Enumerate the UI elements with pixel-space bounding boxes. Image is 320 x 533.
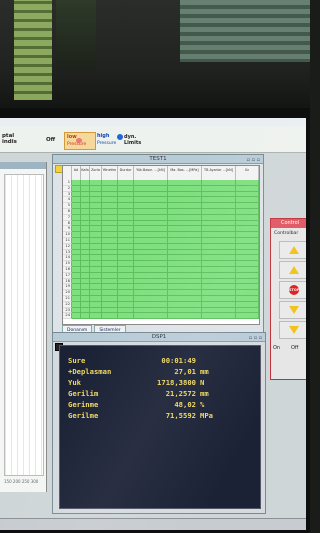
graph-panel-titlebar: [0, 162, 46, 169]
dsp-unit: mm: [200, 367, 209, 376]
arrow-down-icon: [289, 326, 299, 334]
dsp-row: Gerilme 71,5592 MPa: [60, 411, 260, 421]
dsp-label: +Deplasman: [68, 367, 112, 376]
dsp-unit: MPa: [200, 411, 213, 420]
row-number: 24: [63, 313, 72, 320]
control-panel-titlebar: Control: [271, 219, 306, 228]
grid-cell[interactable]: [118, 313, 134, 320]
dsp-label: Gerinme: [68, 400, 99, 409]
high-pressure-button[interactable]: high Pressure: [95, 132, 125, 148]
control-panel-subtitle: Controlbar: [274, 231, 299, 236]
grid-column-header[interactable]: Zorla: [90, 166, 102, 180]
grid-cell[interactable]: [134, 313, 168, 320]
dsp-unit: %: [200, 400, 205, 409]
dsp-row: Sure 00:01:49: [60, 356, 260, 366]
grid-column-header[interactable]: Ma. Bas. ...[MPa]: [168, 166, 202, 180]
grid-cell[interactable]: [168, 313, 202, 320]
monitor-screen: ptal indis Off low Pressure high Pressur…: [0, 118, 306, 530]
dsp-value: 00:01:49: [161, 356, 196, 365]
data-grid: Ad Kafa Zorla Yönetim Durdur Yük.Basın. ...[k…: [62, 165, 260, 325]
move-down-fast-button[interactable]: [279, 321, 306, 339]
grid-column-header[interactable]: Yük.Basın. ...[kN]: [134, 166, 168, 180]
dyn-limits-button[interactable]: dyn. Limits: [124, 134, 141, 146]
grid-cell[interactable]: [90, 313, 102, 320]
arrow-up-icon: [289, 246, 299, 254]
grid-cell[interactable]: [102, 313, 118, 320]
dsp-window-controls-icon[interactable]: ▫ ▫ ▫: [249, 334, 262, 342]
dsp-display: Sure 00:01:49 +Deplasman 27,01 mm Yuk 1718,380…: [59, 345, 261, 509]
dsp-row: Yuk 1718,3800 N: [60, 378, 260, 388]
move-up-button[interactable]: [279, 261, 306, 279]
control-panel: Control Controlbar STOP On Off: [270, 218, 306, 380]
taskbar: [0, 518, 306, 530]
toolbar-label-2: indis: [2, 139, 17, 145]
dsp-value: 1718,3800: [157, 378, 196, 387]
dsp-window: DSP1 ▫ ▫ ▫ Sure 00:01:49 +Deplasman 27,01 mm…: [52, 332, 266, 514]
grid-column-header[interactable]: Kafa: [81, 166, 90, 180]
dsp-label: Gerilme: [68, 411, 99, 420]
grid-cell[interactable]: [236, 313, 259, 320]
dsp-value: 48,02: [174, 400, 196, 409]
dsp-row: Gerinme 48,02%: [60, 400, 260, 410]
grid-body: 1 2 3 4 5 6 7 8 9 10 11 12 13 14 15 16 17 18 19 20 21 22 23 24: [63, 180, 259, 324]
dsp-window-title: DSP1 ▫ ▫ ▫: [53, 333, 265, 342]
window-controls-icon[interactable]: ▫ ▫ ▫: [247, 156, 260, 164]
control-panel-title: Control: [281, 220, 300, 226]
grid-column-header[interactable]: [63, 166, 72, 180]
grid-column-header[interactable]: Sv: [236, 166, 259, 180]
on-button[interactable]: On: [273, 345, 280, 351]
table-row[interactable]: 24: [63, 313, 259, 320]
arrow-down-icon: [289, 306, 299, 314]
move-up-fast-button[interactable]: [279, 241, 306, 259]
off-toggle-button[interactable]: Off: [291, 345, 298, 351]
dsp-label: Yuk: [68, 378, 81, 387]
window-blind-right: [180, 0, 310, 62]
dsp-value: 21,2572: [165, 389, 196, 398]
dsp-row: Gerilim 21,2572 mm: [60, 389, 260, 399]
grid-header: Ad Kafa Zorla Yönetim Durdur Yük.Basın. ...[k…: [63, 166, 259, 181]
off-button[interactable]: Off: [46, 137, 55, 143]
dsp-value: 71,5592: [165, 411, 196, 420]
window-frame: [56, 0, 96, 70]
grid-column-header[interactable]: Ad: [72, 166, 81, 180]
window-blind: [14, 0, 52, 100]
test-window-title-text: TEST1: [149, 156, 167, 162]
grid-cell[interactable]: [72, 313, 81, 320]
test-window-title: TEST1 ▫ ▫ ▫: [53, 155, 263, 164]
graph-panel: 150 200 250 300: [0, 162, 47, 492]
low-pressure-button[interactable]: low Pressure: [64, 132, 96, 150]
grid-cell[interactable]: [81, 313, 90, 320]
graph-axis-labels: 150 200 250 300: [4, 479, 39, 484]
dsp-unit: mm: [200, 389, 209, 398]
grid-column-header[interactable]: Yönetim: [102, 166, 118, 180]
limits-label: Limits: [124, 140, 142, 146]
test-window: TEST1 ▫ ▫ ▫ Ad Kafa Zorla Yönetim Durdur Yük.…: [52, 154, 264, 342]
high-pressure-sub: Pressure: [97, 141, 117, 146]
dsp-window-title-text: DSP1: [151, 334, 167, 340]
dsp-label: Gerilim: [68, 389, 99, 398]
low-pressure-sub: Pressure: [67, 142, 87, 147]
dsp-unit: N: [200, 378, 205, 387]
stop-icon: STOP: [289, 285, 299, 295]
arrow-up-icon: [289, 266, 299, 274]
stop-button[interactable]: STOP: [279, 281, 306, 299]
dsp-row: +Deplasman 27,01 mm: [60, 367, 260, 377]
grid-column-header[interactable]: TB Ayarlar ...[kN]: [202, 166, 236, 180]
high-pressure-icon: [117, 134, 123, 140]
grid-column-header[interactable]: Durdur: [118, 166, 134, 180]
high-pressure-label: high: [97, 133, 110, 139]
dsp-label: Sure: [68, 356, 86, 365]
grid-cell[interactable]: [202, 313, 236, 320]
toolbar: ptal indis Off low Pressure high Pressur…: [0, 126, 306, 153]
dsp-value: 27,01: [174, 367, 196, 376]
graph-area[interactable]: [4, 174, 44, 476]
move-down-button[interactable]: [279, 301, 306, 319]
